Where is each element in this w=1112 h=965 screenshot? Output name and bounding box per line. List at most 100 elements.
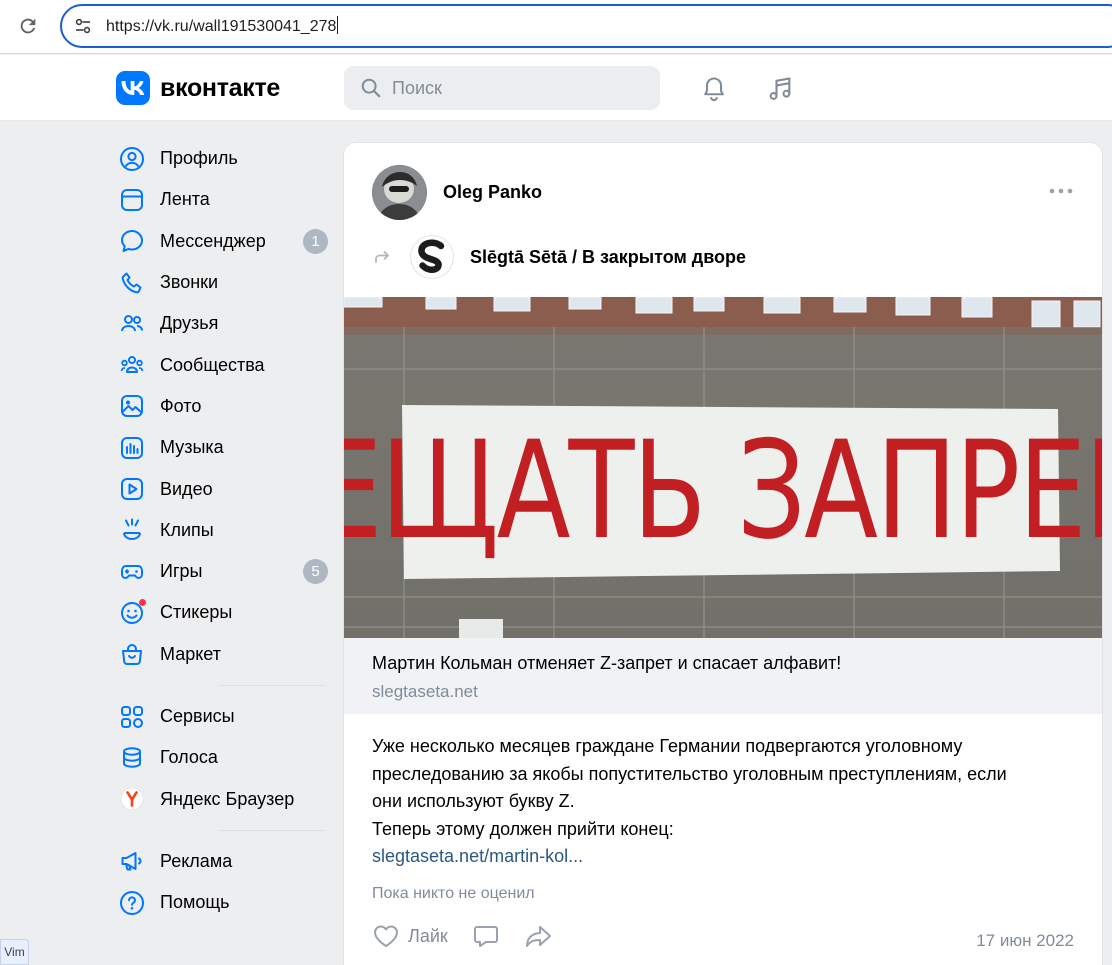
post-text-line: Теперь этому должен прийти конец:: [372, 818, 674, 839]
post-image[interactable]: ЗАПРЕЩАТЬ ЗАПРЕЩЕНО: [344, 297, 1102, 638]
nav-label: Лента: [160, 189, 210, 210]
search-box[interactable]: [344, 66, 660, 110]
likes-info[interactable]: Пока никто не оценил: [372, 885, 535, 903]
ads-icon: [118, 847, 146, 875]
nav-label: Друзья: [160, 313, 219, 334]
nav-item-votes[interactable]: Голоса: [110, 737, 334, 778]
bell-icon: [704, 77, 724, 102]
comment-button[interactable]: [472, 923, 500, 949]
nav-item-services[interactable]: Сервисы: [110, 696, 334, 737]
music-icon: [769, 77, 791, 100]
nav-label: Игры: [160, 561, 203, 582]
profile-icon: [118, 145, 146, 173]
like-label: Лайк: [408, 925, 448, 946]
nav-label: Стикеры: [160, 602, 233, 623]
music-player-button[interactable]: [764, 73, 796, 105]
nav-label: Сервисы: [160, 706, 235, 726]
phone-icon: [118, 269, 146, 297]
site-info-icon[interactable]: [70, 13, 96, 39]
reload-icon: [20, 18, 36, 34]
nav-label: Клипы: [160, 519, 214, 540]
nav-item-messenger[interactable]: Мессенджер 1: [110, 221, 334, 262]
link-title[interactable]: Мартин Кольман отменяет Z-запрет и спаса…: [372, 653, 841, 674]
link-snippet[interactable]: Мартин Кольман отменяет Z-запрет и спаса…: [344, 638, 1102, 714]
nav-label: Звонки: [160, 272, 219, 293]
services-icon: [118, 703, 146, 731]
nav-item-yandex-browser[interactable]: Яндекс Браузер: [110, 778, 334, 819]
post-text-link[interactable]: slegtaseta.net/martin-kol...: [372, 846, 583, 866]
nav-item-friends[interactable]: Друзья: [110, 303, 334, 344]
more-icon: [1049, 188, 1073, 194]
nav-item-communities[interactable]: Сообщества: [110, 344, 334, 385]
nav-label: Реклама: [160, 850, 233, 871]
nav-label: Сообщества: [160, 354, 265, 375]
slegta-seta-logo-icon: [412, 237, 452, 277]
nav-item-market[interactable]: Маркет: [110, 634, 334, 675]
nav-item-photo[interactable]: Фото: [110, 386, 334, 427]
url-text: https://vk.ru/wall191530041_278: [106, 16, 339, 35]
post-text-line: преследованию за якобы попустительство у…: [372, 763, 1007, 784]
author-avatar[interactable]: [372, 165, 427, 220]
games-icon: [118, 558, 146, 586]
like-button[interactable]: Лайк: [372, 923, 448, 949]
nav-item-calls[interactable]: Звонки: [110, 262, 334, 303]
author-name[interactable]: Oleg Panko: [443, 182, 542, 203]
stickers-icon: [118, 598, 146, 627]
nav-item-music[interactable]: Музыка: [110, 427, 334, 468]
address-bar[interactable]: https://vk.ru/wall191530041_278: [60, 4, 1112, 48]
nav-label: Помощь: [160, 892, 230, 913]
nav-item-games[interactable]: Игры 5: [110, 551, 334, 592]
post-menu-button[interactable]: [1046, 181, 1076, 201]
nav-divider: [218, 829, 326, 831]
feed-icon: [118, 186, 146, 214]
repost-source[interactable]: Slēgtā Sētā / В закрытом дворе: [372, 235, 746, 279]
logo-text: вконтакте: [160, 73, 281, 102]
post-text-line: они используют букву Z.: [372, 791, 575, 811]
post-text-line: Уже несколько месяцев граждане Германии …: [372, 736, 963, 756]
post-date[interactable]: 17 июн 2022: [976, 931, 1074, 951]
nav-item-stickers[interactable]: Стикеры: [110, 592, 334, 633]
messenger-unread-badge: 1: [303, 228, 328, 254]
stickers-notification-dot: [139, 598, 146, 606]
nav-label: Профиль: [160, 148, 238, 169]
reload-button[interactable]: [14, 12, 42, 40]
nav-item-ads[interactable]: Реклама: [110, 841, 334, 882]
left-navigation: Профиль Лента Мессенджер 1 Звонки Друзья…: [110, 138, 334, 923]
nav-label: Маркет: [160, 643, 221, 664]
browser-toolbar: https://vk.ru/wall191530041_278: [0, 0, 1112, 54]
share-icon: [525, 926, 551, 947]
link-domain: slegtaseta.net: [372, 682, 478, 701]
post-text: Уже несколько месяцев граждане Германии …: [372, 733, 1072, 871]
nav-label: Фото: [160, 395, 202, 416]
photo-icon: [118, 392, 146, 420]
nav-item-help[interactable]: Помощь: [110, 882, 334, 923]
help-icon: [118, 889, 146, 917]
source-name[interactable]: Slēgtā Sētā / В закрытом дворе: [470, 247, 746, 268]
nav-label: Видео: [160, 478, 213, 499]
search-icon: [361, 78, 381, 98]
nav-item-clips[interactable]: Клипы: [110, 510, 334, 551]
nav-item-video[interactable]: Видео: [110, 468, 334, 509]
post-author[interactable]: Oleg Panko: [372, 165, 542, 220]
nav-item-feed[interactable]: Лента: [110, 179, 334, 220]
vk-logo-icon: [116, 71, 150, 105]
yandex-browser-icon: [118, 785, 146, 813]
communities-icon: [118, 351, 146, 379]
repost-icon: [372, 247, 392, 267]
heart-icon: [374, 925, 398, 947]
music-icon: [118, 434, 146, 462]
vim-mode-indicator: Vim: [0, 939, 29, 965]
nav-divider: [218, 684, 326, 686]
share-button[interactable]: [524, 923, 554, 949]
vk-logo[interactable]: вконтакте: [116, 71, 280, 105]
search-input[interactable]: [392, 77, 632, 99]
nav-item-profile[interactable]: Профиль: [110, 138, 334, 179]
video-icon: [118, 475, 146, 503]
nav-label: Музыка: [160, 437, 224, 458]
banner-text: ЗАПРЕЩАТЬ ЗАПРЕЩЕНО: [344, 412, 1102, 569]
nav-label: Голоса: [160, 747, 218, 768]
notifications-button[interactable]: [698, 73, 730, 105]
games-badge: 5: [303, 558, 328, 584]
clips-icon: [118, 516, 146, 544]
source-avatar[interactable]: [410, 235, 454, 279]
